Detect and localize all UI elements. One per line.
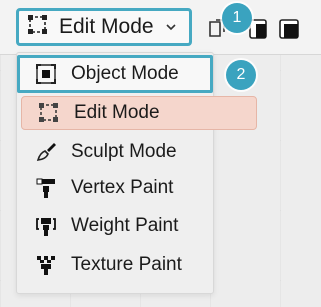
menu-item-label: Vertex Paint [71, 177, 174, 198]
vertex-paint-icon [35, 177, 57, 199]
edit-mode-icon [27, 14, 49, 41]
menu-item-label: Object Mode [71, 63, 179, 84]
menu-item-weight-paint[interactable]: Weight Paint [19, 209, 211, 243]
edit-mode-icon [38, 102, 60, 124]
mode-dropdown-menu: Object Mode Edit Mode Sculpt Mode Vertex… [16, 52, 257, 294]
menu-item-label: Edit Mode [74, 102, 160, 123]
menu-item-vertex-paint[interactable]: Vertex Paint [19, 171, 211, 205]
menu-item-label: Texture Paint [71, 254, 182, 275]
menu-item-label: Sculpt Mode [71, 141, 177, 162]
chevron-down-icon [164, 20, 178, 34]
menu-item-object-mode[interactable]: Object Mode [17, 55, 213, 93]
select-subtract-icon[interactable] [279, 19, 299, 39]
annotation-badge-2: 2 [226, 60, 256, 90]
menu-item-edit-mode[interactable]: Edit Mode [21, 96, 257, 130]
object-mode-icon [35, 63, 57, 85]
annotation-badge-1: 1 [222, 3, 252, 33]
select-extend-icon[interactable] [249, 19, 267, 39]
header-bar: Edit Mode 1 [0, 0, 321, 55]
mode-dropdown[interactable]: Edit Mode [16, 8, 192, 46]
texture-paint-icon [35, 254, 57, 276]
mode-dropdown-label: Edit Mode [59, 15, 154, 38]
sculpt-brush-icon [35, 141, 57, 163]
menu-item-texture-paint[interactable]: Texture Paint [19, 248, 211, 282]
menu-item-label: Weight Paint [71, 215, 179, 236]
weight-paint-icon [35, 215, 57, 237]
menu-item-sculpt-mode[interactable]: Sculpt Mode [19, 135, 211, 169]
